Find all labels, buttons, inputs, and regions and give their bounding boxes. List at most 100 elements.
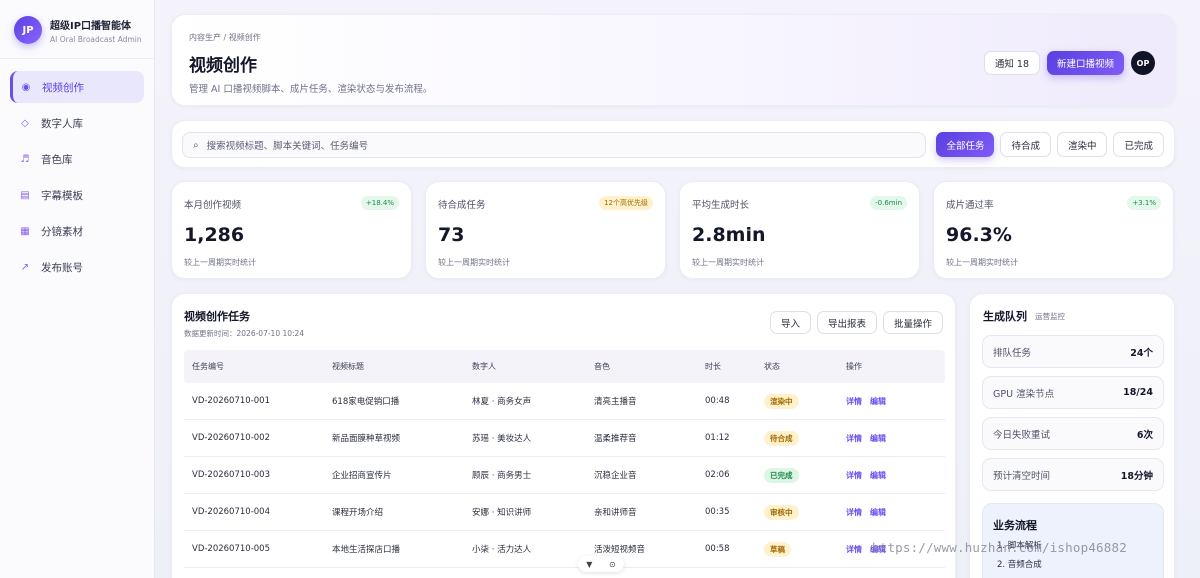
batch-action-button[interactable]: 批量操作 <box>882 311 943 334</box>
operations-cell: 详情 编辑 <box>846 457 894 493</box>
trend-badge: +18.4% <box>360 196 399 210</box>
filter-button[interactable]: 全部任务 <box>936 132 995 157</box>
stat-label: 成片通过率 <box>946 200 994 211</box>
edit-link[interactable]: 编辑 <box>870 396 886 407</box>
stat-value: 2.8min <box>692 224 766 246</box>
detail-link[interactable]: 详情 <box>846 544 862 555</box>
search-bar: ⌕ 搜索视频标题、脚本关键词、任务编号 全部任务 待合成 渲染中 已完成 <box>171 120 1175 168</box>
detail-link[interactable]: 详情 <box>846 396 862 407</box>
queue-metric: 排队任务 24个 <box>982 335 1164 368</box>
table-row[interactable]: VD-20260710-003 企业招商宣传片 顾辰 · 商务男士 沉稳企业音 02:0… <box>184 457 945 494</box>
page-header: 内容生产 / 视频创作 视频创作 管理 AI 口播视频脚本、成片任务、渲染状态与… <box>171 14 1175 106</box>
cell-duration: 02:06 <box>705 470 730 480</box>
table-row[interactable]: VD-20260710-004 课程开场介绍 安娜 · 知识讲师 亲和讲师音 00:35… <box>184 494 945 531</box>
brand-subtitle: AI Oral Broadcast Admin <box>50 34 142 44</box>
cell-duration: 00:58 <box>705 544 730 554</box>
stat-value: 1,286 <box>184 224 245 246</box>
sidebar-item[interactable]: ↗ 发布账号 <box>10 251 144 283</box>
status-badge: 已完成 <box>764 467 799 483</box>
sidebar-item[interactable]: ♬ 音色库 <box>10 143 144 175</box>
cell-voice: 沉稳企业音 <box>594 471 637 481</box>
cell-duration: 01:12 <box>705 433 730 443</box>
page-title: 视频创作 <box>189 56 257 76</box>
stat-card: 本月创作视频 +18.4% 1,286 较上一周期实时统计 <box>171 181 412 279</box>
table-row[interactable]: VD-20260710-001 618家电促销口播 林夏 · 商务女声 清亮主播音 00… <box>184 383 945 420</box>
stat-card: 平均生成时长 -0.6min 2.8min 较上一周期实时统计 <box>679 181 920 279</box>
cell-duration: 00:35 <box>705 507 730 517</box>
subtitle-template-icon: ▤ <box>20 189 30 201</box>
target-icon[interactable]: ⊙ <box>609 560 616 569</box>
detail-link[interactable]: 详情 <box>846 433 862 444</box>
brand: JP 超级IP口播智能体 AI Oral Broadcast Admin <box>0 0 154 58</box>
cell-avatar: 苏瑶 · 美妆达人 <box>472 434 532 444</box>
cell-avatar: 小柒 · 活力达人 <box>472 545 532 555</box>
trend-badge: 12个高优先级 <box>599 196 653 210</box>
search-icon: ⌕ <box>193 139 199 151</box>
avatar[interactable]: OP <box>1131 51 1155 75</box>
cell-duration: 00:48 <box>705 396 730 406</box>
table-row[interactable]: VD-20260710-002 新品面膜种草视频 苏瑶 · 美妆达人 温柔推荐音 01:… <box>184 420 945 457</box>
table-title: 视频创作任务 <box>184 310 250 323</box>
table-row[interactable]: VD-20260710-005 本地生活探店口播 小柒 · 活力达人 活泼短视频音 00… <box>184 531 945 568</box>
status-cell: 草稿 <box>764 531 791 567</box>
storyboard-icon: ▦ <box>20 225 30 237</box>
queue-metric-value: 6次 <box>1136 429 1153 441</box>
queue-metric: 预计清空时间 18分钟 <box>982 458 1164 491</box>
sidebar-nav: ◉ 视频创作 ◇ 数字人库 ♬ 音色库 ▤ 字幕模板 ▦ 分镜素材 ↗ 发布账号 <box>0 71 154 283</box>
generation-queue-card: 生成队列 运营监控 排队任务 24个 GPU 渲染节点 18/24 今日失败重试 6次 预计… <box>969 293 1175 578</box>
sidebar-item[interactable]: ◉ 视频创作 <box>10 71 144 103</box>
edit-link[interactable]: 编辑 <box>870 470 886 481</box>
filter-button[interactable]: 渲染中 <box>1056 132 1108 157</box>
stat-label: 本月创作视频 <box>184 200 242 211</box>
search-placeholder: 搜索视频标题、脚本关键词、任务编号 <box>206 141 369 152</box>
workflow-title: 业务流程 <box>993 519 1037 532</box>
detail-link[interactable]: 详情 <box>846 507 862 518</box>
cell-id: VD-20260710-003 <box>192 470 270 480</box>
operations-cell: 详情 编辑 <box>846 420 894 456</box>
table-actions: 导入 导出报表 批量操作 <box>764 311 943 334</box>
status-cell: 渲染中 <box>764 383 799 419</box>
queue-metric: GPU 渲染节点 18/24 <box>982 376 1164 409</box>
filter-button[interactable]: 已完成 <box>1113 132 1164 157</box>
scroll-down-icon[interactable]: ▼ <box>586 560 592 569</box>
cell-title: 企业招商宣传片 <box>332 471 392 481</box>
export-report-button[interactable]: 导出报表 <box>816 311 877 334</box>
sidebar-item-label: 字幕模板 <box>41 189 83 202</box>
stat-value: 96.3% <box>946 224 1012 246</box>
column-header: 音色 <box>594 362 610 371</box>
cell-title: 课程开场介绍 <box>332 508 384 518</box>
new-video-button[interactable]: 新建口播视频 <box>1046 51 1124 75</box>
brand-title: 超级IP口播智能体 <box>50 20 132 32</box>
detail-link[interactable]: 详情 <box>846 470 862 481</box>
cell-title: 本地生活探店口播 <box>332 545 401 555</box>
status-badge: 草稿 <box>764 541 791 557</box>
cell-voice: 温柔推荐音 <box>594 434 637 444</box>
queue-tag: 运营监控 <box>1035 312 1065 321</box>
cell-id: VD-20260710-001 <box>192 396 270 406</box>
trend-badge: -0.6min <box>870 196 907 210</box>
edit-link[interactable]: 编辑 <box>870 433 886 444</box>
stat-card: 待合成任务 12个高优先级 73 较上一周期实时统计 <box>425 181 666 279</box>
task-table-card: 视频创作任务 数据更新时间：2026-07-10 10:24 导入 导出报表 批量操… <box>171 293 956 578</box>
sidebar-item[interactable]: ▤ 字幕模板 <box>10 179 144 211</box>
status-cell: 审核中 <box>764 494 799 530</box>
search-input[interactable]: ⌕ 搜索视频标题、脚本关键词、任务编号 <box>182 132 926 158</box>
sidebar-item-label: 分镜素材 <box>41 225 83 238</box>
floating-controls: ▼ ⊙ <box>578 556 624 572</box>
cell-voice: 亲和讲师音 <box>594 508 637 518</box>
sidebar-item-label: 发布账号 <box>41 261 83 274</box>
queue-metric-value: 18/24 <box>1123 387 1153 398</box>
cell-id: VD-20260710-002 <box>192 433 270 443</box>
import-button[interactable]: 导入 <box>769 311 811 334</box>
column-header: 时长 <box>705 362 721 371</box>
filter-button[interactable]: 待合成 <box>1000 132 1051 157</box>
trend-badge: +3.1% <box>1127 196 1161 210</box>
sidebar-item[interactable]: ▦ 分镜素材 <box>10 215 144 247</box>
queue-metric-label: GPU 渲染节点 <box>993 388 1055 400</box>
queue-metric-label: 预计清空时间 <box>993 470 1051 482</box>
operations-cell: 详情 编辑 <box>846 383 894 419</box>
status-badge: 审核中 <box>764 504 799 520</box>
sidebar-item[interactable]: ◇ 数字人库 <box>10 107 144 139</box>
notifications-button[interactable]: 通知 18 <box>983 51 1040 75</box>
edit-link[interactable]: 编辑 <box>870 507 886 518</box>
